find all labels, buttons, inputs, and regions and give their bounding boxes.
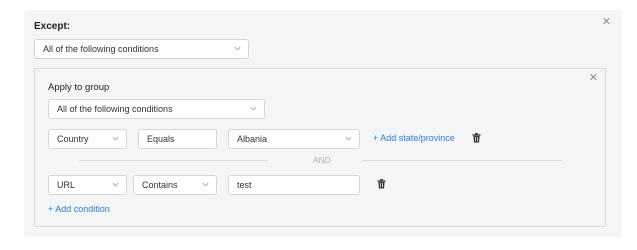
condition-field-value: URL — [57, 180, 76, 190]
condition-field-value: Country — [57, 134, 89, 144]
condition-operator-value: Contains — [142, 180, 178, 190]
close-icon[interactable]: ✕ — [602, 17, 611, 28]
condition-operator-select[interactable]: Contains — [133, 175, 217, 195]
chevron-down-icon — [112, 182, 119, 187]
add-state-province-link[interactable]: + Add state/province — [373, 133, 455, 143]
chevron-down-icon — [250, 106, 257, 111]
chevron-down-icon — [202, 182, 209, 187]
group-match-select-value: All of the following conditions — [57, 104, 173, 114]
except-match-select-value: All of the following conditions — [43, 44, 159, 54]
divider-line — [362, 160, 562, 161]
condition-value-select[interactable]: Albania — [228, 129, 360, 149]
except-title: Except: — [34, 21, 71, 32]
chevron-down-icon — [234, 46, 241, 51]
chevron-down-icon — [345, 136, 352, 141]
group-match-select[interactable]: All of the following conditions — [48, 99, 265, 119]
condition-value-text: Albania — [237, 134, 268, 144]
trash-icon[interactable] — [377, 179, 386, 189]
condition-operator-value: Equals — [147, 134, 175, 144]
close-icon[interactable]: ✕ — [589, 73, 598, 84]
condition-field-select[interactable]: Country — [48, 129, 127, 149]
and-separator: AND — [313, 155, 331, 165]
group-panel: ✕ Apply to group All of the following co… — [34, 68, 606, 227]
condition-value-text: test — [237, 180, 252, 190]
add-condition-link[interactable]: + Add condition — [48, 204, 110, 214]
condition-value-input[interactable]: test — [228, 175, 360, 195]
trash-icon[interactable] — [472, 133, 481, 143]
divider-line — [79, 160, 268, 161]
except-match-select[interactable]: All of the following conditions — [34, 39, 249, 59]
condition-operator-field[interactable]: Equals — [138, 129, 217, 149]
group-title: Apply to group — [48, 82, 110, 93]
condition-field-select[interactable]: URL — [48, 175, 127, 195]
chevron-down-icon — [112, 136, 119, 141]
except-panel: Except: ✕ All of the following condition… — [24, 10, 622, 237]
